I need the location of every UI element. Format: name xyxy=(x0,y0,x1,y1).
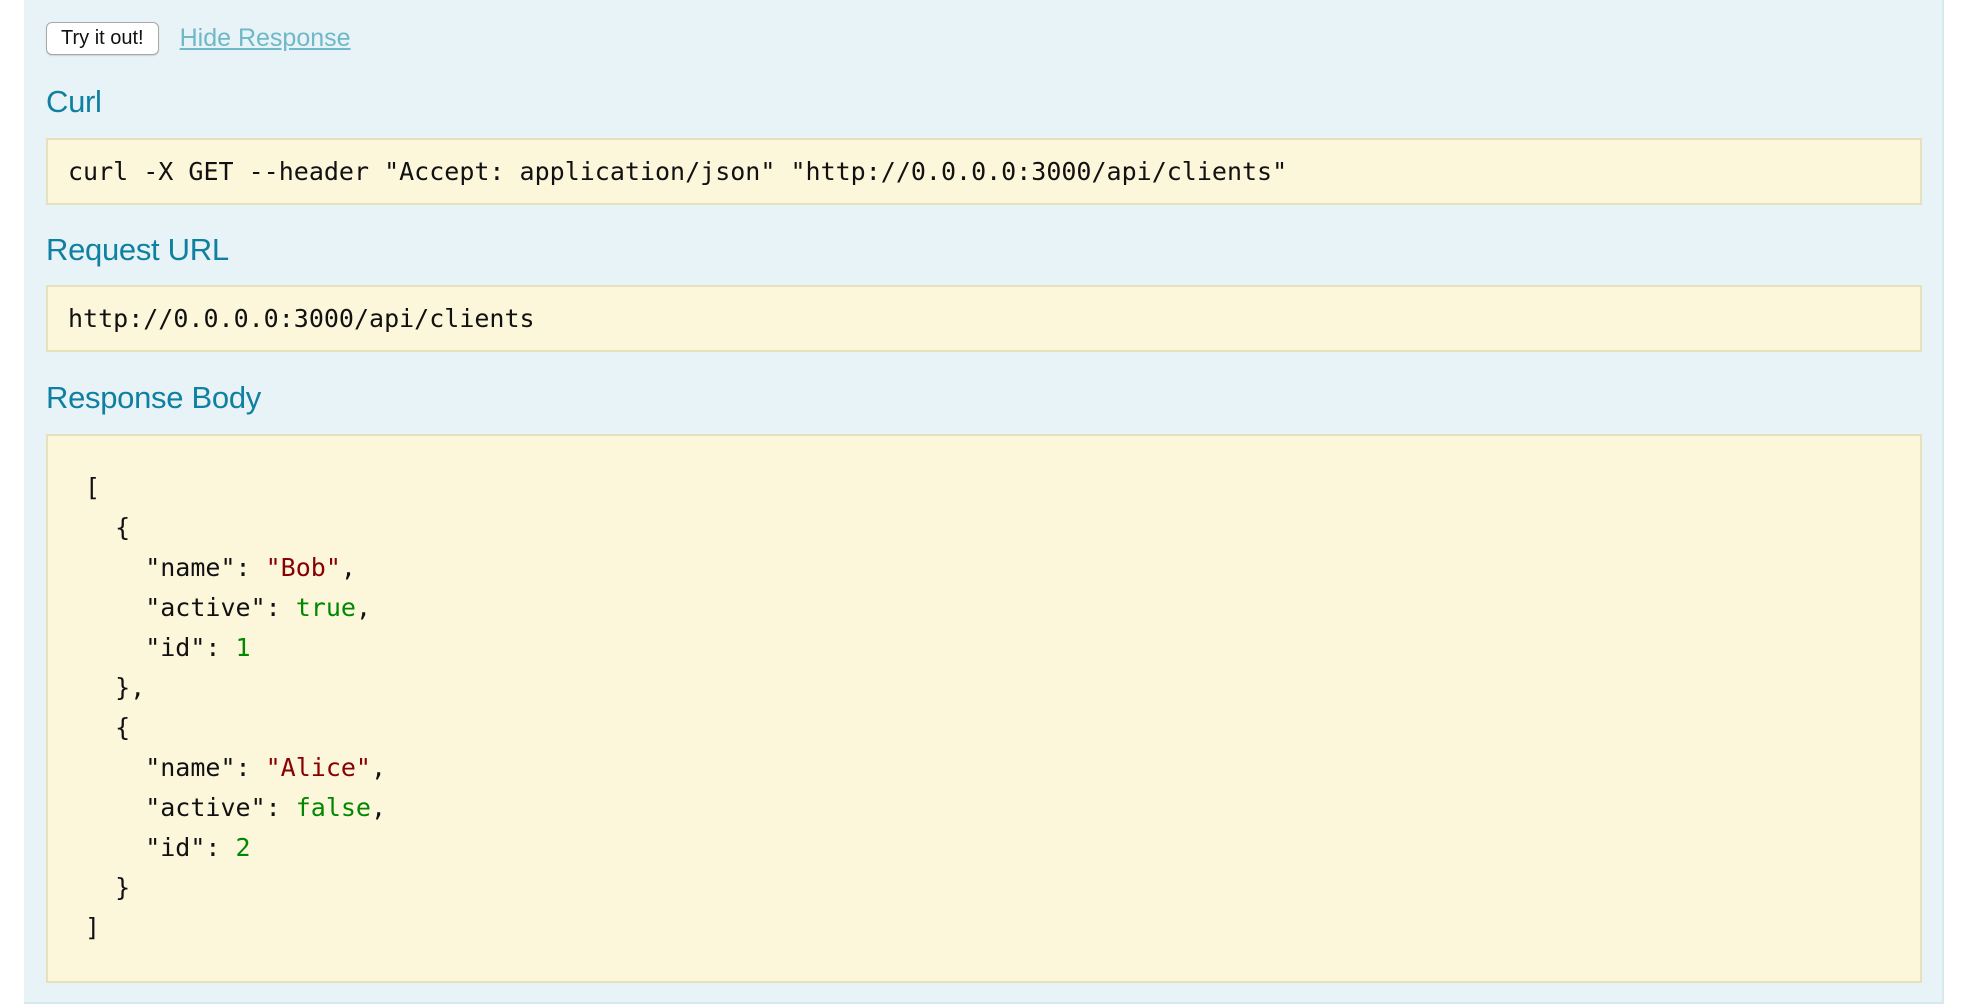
toolbar: Try it out! Hide Response xyxy=(46,22,351,55)
json-string-value: "Bob" xyxy=(265,553,341,582)
json-literal-value: 2 xyxy=(235,833,251,862)
response-body-heading: Response Body xyxy=(46,380,261,415)
json-literal-value: true xyxy=(295,593,356,622)
json-literal-value: 1 xyxy=(235,633,251,662)
response-body-box[interactable]: [ { "name": "Bob", "active": true, "id":… xyxy=(46,434,1922,983)
curl-heading: Curl xyxy=(46,84,102,119)
response-panel: Try it out! Hide Response Curl curl -X G… xyxy=(24,0,1944,1004)
curl-command-box[interactable]: curl -X GET --header "Accept: applicatio… xyxy=(46,138,1922,205)
json-string-value: "Alice" xyxy=(265,753,371,782)
request-url-box[interactable]: http://0.0.0.0:3000/api/clients xyxy=(46,285,1922,352)
try-it-out-button[interactable]: Try it out! xyxy=(46,22,159,55)
hide-response-link[interactable]: Hide Response xyxy=(180,24,351,53)
json-literal-value: false xyxy=(295,793,371,822)
request-url-heading: Request URL xyxy=(46,232,229,267)
